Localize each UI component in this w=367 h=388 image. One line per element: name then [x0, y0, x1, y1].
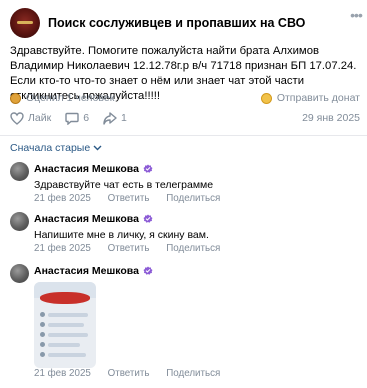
photo-detail — [48, 313, 88, 317]
comment-date[interactable]: 21 фев 2025 — [34, 368, 91, 379]
comment-meta: 21 фев 2025 Ответить Поделиться — [34, 243, 234, 254]
reply-link[interactable]: Ответить — [108, 193, 150, 204]
comments-button[interactable]: 6 — [65, 112, 89, 125]
author-name: Анастасия Мешкова — [34, 265, 139, 277]
verified-badge-icon — [143, 214, 153, 223]
share-icon — [103, 111, 117, 125]
avatar[interactable] — [10, 264, 29, 283]
comment-author[interactable]: Анастасия Мешкова — [34, 213, 153, 225]
coin-icon — [260, 92, 272, 104]
post-header: Поиск сослуживцев и пропавших на СВО — [10, 8, 360, 38]
photo-detail — [40, 312, 45, 317]
share-link[interactable]: Поделиться — [166, 243, 220, 254]
post-meta-row: Оценил 1 человек Отправить донат — [10, 91, 360, 105]
reply-link[interactable]: Ответить — [108, 368, 150, 379]
photo-detail — [48, 333, 88, 337]
reposts-count: 1 — [121, 112, 127, 124]
more-icon[interactable]: ••• — [347, 6, 365, 24]
post-date[interactable]: 29 янв 2025 — [302, 112, 360, 124]
author-name: Анастасия Мешкова — [34, 163, 139, 175]
photo-detail — [48, 353, 86, 357]
avatar[interactable] — [10, 212, 29, 231]
comment-icon — [65, 112, 79, 125]
sort-label: Сначала старые — [10, 142, 91, 154]
comments-count: 6 — [83, 112, 90, 124]
chevron-down-icon — [93, 145, 102, 151]
comment: Анастасия Мешкова Напишите мне в личку, … — [10, 212, 360, 254]
post-actions: Лайк 6 1 29 янв 2025 — [10, 110, 360, 126]
share-button[interactable]: 1 — [103, 111, 127, 125]
like-button[interactable]: Лайк — [10, 111, 52, 125]
comment-date[interactable]: 21 фев 2025 — [34, 243, 91, 254]
photo-detail — [40, 342, 45, 347]
comment-meta: 21 фев 2025 Ответить Поделиться — [34, 193, 234, 204]
coin-icon — [10, 92, 21, 104]
reply-link[interactable]: Ответить — [108, 243, 150, 254]
share-link[interactable]: Поделиться — [166, 193, 220, 204]
divider — [0, 135, 367, 136]
avatar[interactable] — [10, 162, 29, 181]
verified-badge-icon — [143, 266, 153, 275]
photo-detail — [48, 343, 80, 347]
verified-badge-icon — [143, 164, 153, 173]
sort-dropdown[interactable]: Сначала старые — [10, 142, 102, 154]
comment: Анастасия Мешкова 21 фев 2025 Ответить П… — [10, 264, 360, 382]
like-label: Лайк — [28, 112, 52, 124]
photo-detail — [40, 332, 45, 337]
comment-author[interactable]: Анастасия Мешкова — [34, 265, 153, 277]
rated-info[interactable]: Оценил 1 человек — [10, 92, 114, 104]
photo-detail — [48, 323, 84, 327]
group-avatar[interactable] — [10, 8, 40, 38]
heart-icon — [10, 111, 24, 125]
group-name[interactable]: Поиск сослуживцев и пропавших на СВО — [48, 16, 305, 30]
photo-detail — [40, 322, 45, 327]
post-card: Поиск сослуживцев и пропавших на СВО •••… — [0, 0, 367, 388]
comment-date[interactable]: 21 фев 2025 — [34, 193, 91, 204]
donate-button[interactable]: Отправить донат — [260, 92, 360, 104]
photo-detail — [40, 352, 45, 357]
comment: Анастасия Мешкова Здравствуйте чат есть … — [10, 162, 360, 204]
donate-label: Отправить донат — [276, 92, 360, 104]
comment-text: Напишите мне в личку, я скину вам. — [34, 229, 209, 241]
share-link[interactable]: Поделиться — [166, 368, 220, 379]
comment-meta: 21 фев 2025 Ответить Поделиться — [34, 368, 234, 379]
photo-redaction — [40, 292, 90, 304]
comment-photo[interactable] — [34, 282, 96, 368]
author-name: Анастасия Мешкова — [34, 213, 139, 225]
rated-label: Оценил 1 человек — [26, 92, 115, 104]
comment-text: Здравствуйте чат есть в телеграмме — [34, 179, 214, 191]
comment-author[interactable]: Анастасия Мешкова — [34, 163, 153, 175]
